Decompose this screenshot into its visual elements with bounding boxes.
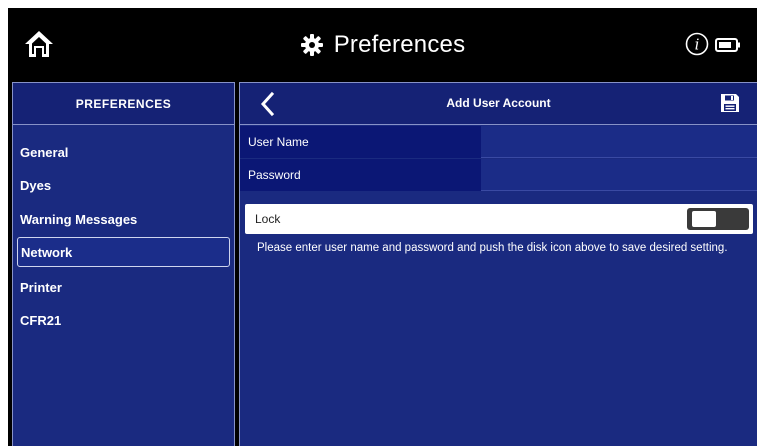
username-field[interactable]	[481, 126, 757, 158]
toggle-knob	[692, 211, 716, 227]
info-message: Please enter user name and password and …	[257, 242, 728, 254]
page-title: Preferences	[333, 31, 466, 58]
sidebar-item-general[interactable]: General	[17, 137, 230, 167]
lock-label: Lock	[255, 212, 281, 226]
info-icon[interactable]: i	[685, 32, 709, 56]
sidebar-item-label: General	[20, 144, 69, 160]
lock-row: Lock	[245, 204, 753, 234]
lock-toggle[interactable]	[687, 208, 749, 230]
sidebar-item-dyes[interactable]: Dyes	[17, 170, 230, 200]
sidebar-item-network[interactable]: Network	[17, 237, 230, 267]
sidebar-item-label: Network	[21, 244, 73, 260]
sidebar-item-label: Printer	[20, 279, 62, 295]
gear-icon	[300, 33, 324, 57]
password-field[interactable]	[481, 159, 757, 191]
floppy-disk-icon[interactable]	[720, 93, 740, 113]
sidebar-item-cfr21[interactable]: CFR21	[17, 305, 230, 335]
password-label: Password	[240, 159, 481, 191]
sidebar-item-printer[interactable]: Printer	[17, 272, 230, 302]
main-panel: Add User Account User Name Password Lock…	[239, 82, 757, 446]
sidebar: PREFERENCES General Dyes Warning Message…	[12, 82, 235, 446]
battery-icon	[715, 38, 741, 52]
sidebar-item-label: Warning Messages	[20, 211, 138, 227]
username-row: User Name	[240, 126, 757, 158]
username-label: User Name	[240, 126, 481, 158]
sidebar-item-warning-messages[interactable]: Warning Messages	[17, 204, 230, 234]
sidebar-item-label: CFR21	[20, 312, 62, 328]
device-screen: Preferences i PREFERENCES General Dyes W…	[8, 8, 757, 446]
password-row: Password	[240, 159, 757, 191]
svg-text:i: i	[695, 36, 700, 54]
main-header: Add User Account	[240, 83, 757, 125]
top-bar: Preferences i	[8, 8, 757, 80]
panel-title: Add User Account	[446, 96, 551, 110]
sidebar-item-label: Dyes	[20, 177, 52, 193]
title-area: Preferences	[8, 28, 757, 62]
sidebar-header: PREFERENCES	[13, 83, 234, 125]
